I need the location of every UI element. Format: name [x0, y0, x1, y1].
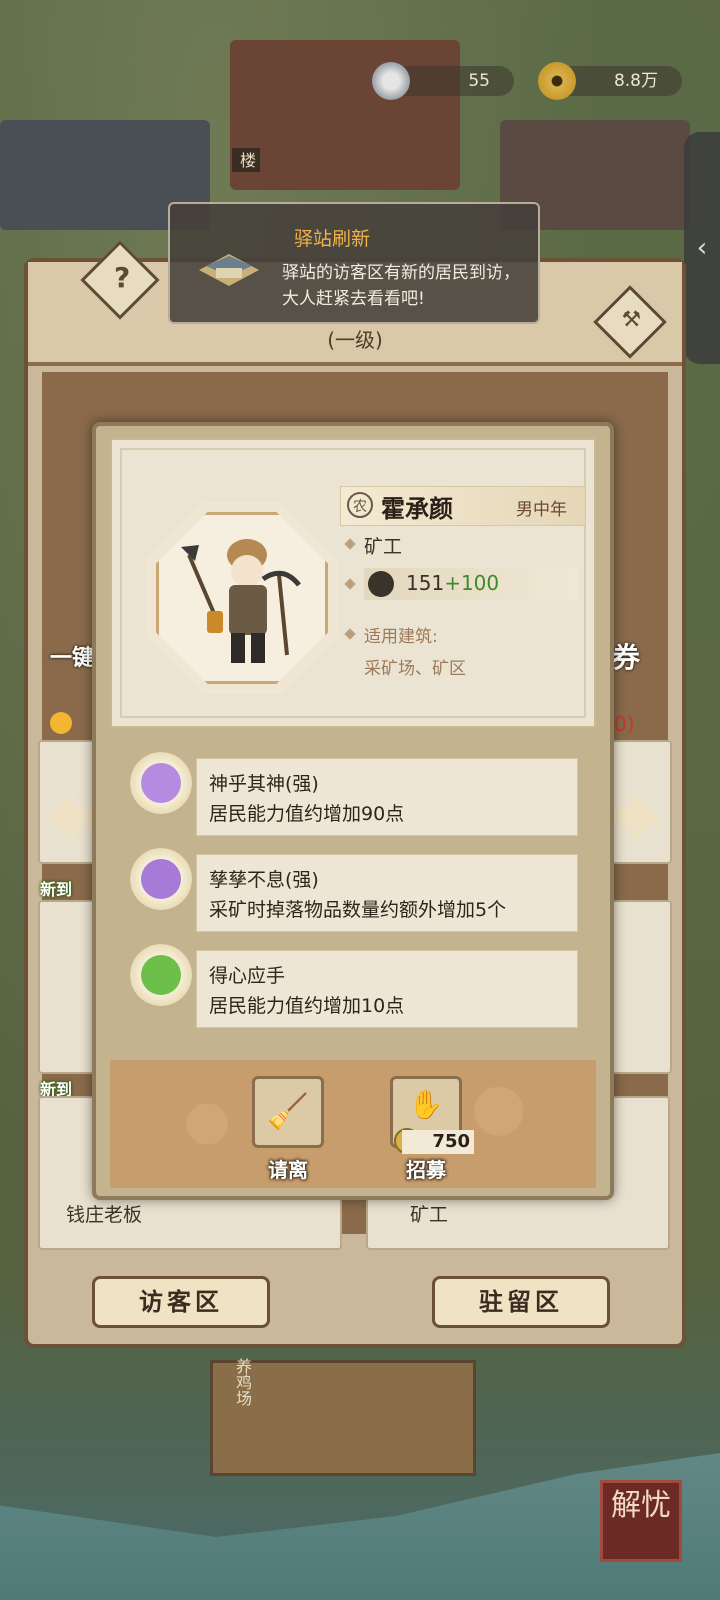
- action-bar: 🧹 请离 ✋ 750 招募: [110, 1060, 596, 1188]
- silver-value: 55: [468, 71, 490, 91]
- trait-description: 居民能力值约增加90点: [209, 803, 405, 825]
- trait-name: 神乎其神(强): [209, 773, 319, 795]
- resident-gender-age: 男中年: [516, 500, 567, 520]
- resident-profile: 农 霍承颜 男中年 矿工 151+100 适用建筑: 采矿场、矿区: [110, 438, 596, 728]
- station-building-icon: [194, 248, 264, 288]
- power-base: 151: [406, 571, 445, 595]
- warning-icon: [50, 712, 72, 734]
- question-icon: ?: [113, 260, 131, 294]
- toast-message: 驿站的访客区有新的居民到访，大人赶紧去看看吧!: [282, 263, 520, 309]
- trait-name: 孳孳不息(强): [209, 869, 319, 891]
- resident-name-bar: 农 霍承颜 男中年: [340, 486, 586, 526]
- visitor-card[interactable]: [610, 900, 672, 1074]
- trait-item: 孳孳不息(强) 采矿时掉落物品数量约额外增加5个: [196, 854, 578, 932]
- bullet-icon: [344, 578, 356, 590]
- tower-label: 楼: [232, 148, 260, 172]
- recruit-cost: 750: [402, 1130, 474, 1154]
- power-icon: [368, 571, 394, 597]
- trait-item: 得心应手 居民能力值约增加10点: [196, 950, 578, 1028]
- copper-counter: 8.8万: [538, 62, 682, 100]
- applicable-buildings-label: 适用建筑:: [364, 627, 438, 647]
- class-seal-icon: 农: [347, 492, 373, 518]
- trait-description: 居民能力值约增加10点: [209, 995, 405, 1017]
- hammer-icon: ⚒: [621, 307, 642, 333]
- power-bonus: +100: [444, 571, 500, 595]
- trait-description: 采矿时掉落物品数量约额外增加5个: [209, 899, 507, 921]
- new-arrival-tag: 新到: [40, 880, 73, 899]
- recruit-hand-icon: ✋: [408, 1088, 444, 1121]
- tab-resident-area[interactable]: 驻留区: [432, 1276, 610, 1328]
- applicable-buildings-value: 采矿场、矿区: [364, 659, 466, 679]
- coin-icon: [538, 62, 576, 100]
- warning-tail: 0): [614, 712, 635, 736]
- visitor-card-label: 矿工: [410, 1204, 449, 1226]
- copper-value: 8.8万: [613, 71, 658, 91]
- station-level: (一级): [327, 328, 383, 352]
- dismiss-label[interactable]: 请离: [238, 1154, 338, 1183]
- station-refresh-toast: 驿站刷新 驿站的访客区有新的居民到访，大人赶紧去看看吧!: [168, 202, 540, 324]
- recruit-label[interactable]: 招募: [376, 1154, 476, 1183]
- visitor-card-label: 钱庄老板: [66, 1204, 143, 1226]
- tab-visitor-area[interactable]: 访客区: [92, 1276, 270, 1328]
- silver-counter: 55: [372, 62, 514, 100]
- silver-ingot-icon: [372, 62, 410, 100]
- voucher-label[interactable]: 券: [612, 636, 640, 676]
- resident-job: 矿工: [364, 536, 403, 558]
- toast-title: 驿站刷新: [294, 228, 371, 250]
- worry-relief-badge[interactable]: 解忧: [600, 1480, 682, 1562]
- chicken-farm-label: 养鸡场: [233, 1358, 252, 1406]
- bullet-icon: [344, 538, 356, 550]
- resident-name: 霍承颜: [381, 494, 453, 523]
- side-panel-toggle[interactable]: ‹: [684, 132, 720, 364]
- buddha-icon: [130, 752, 192, 814]
- pagoda-roof: [230, 40, 460, 190]
- pickaxe-icon: [130, 848, 192, 910]
- dismiss-button[interactable]: 🧹: [252, 1076, 324, 1148]
- trait-item: 神乎其神(强) 居民能力值约增加90点: [196, 758, 578, 836]
- resident-power: 151+100: [364, 568, 578, 600]
- muscle-icon: [130, 944, 192, 1006]
- chevron-left-icon: ‹: [696, 233, 708, 263]
- bullet-icon: [344, 628, 356, 640]
- broom-icon: 🧹: [266, 1092, 310, 1132]
- resident-detail-modal: 农 霍承颜 男中年 矿工 151+100 适用建筑: 采矿场、矿区 神乎其神(强…: [92, 422, 614, 1200]
- trait-name: 得心应手: [209, 965, 286, 987]
- one-click-label[interactable]: 一键: [50, 640, 94, 672]
